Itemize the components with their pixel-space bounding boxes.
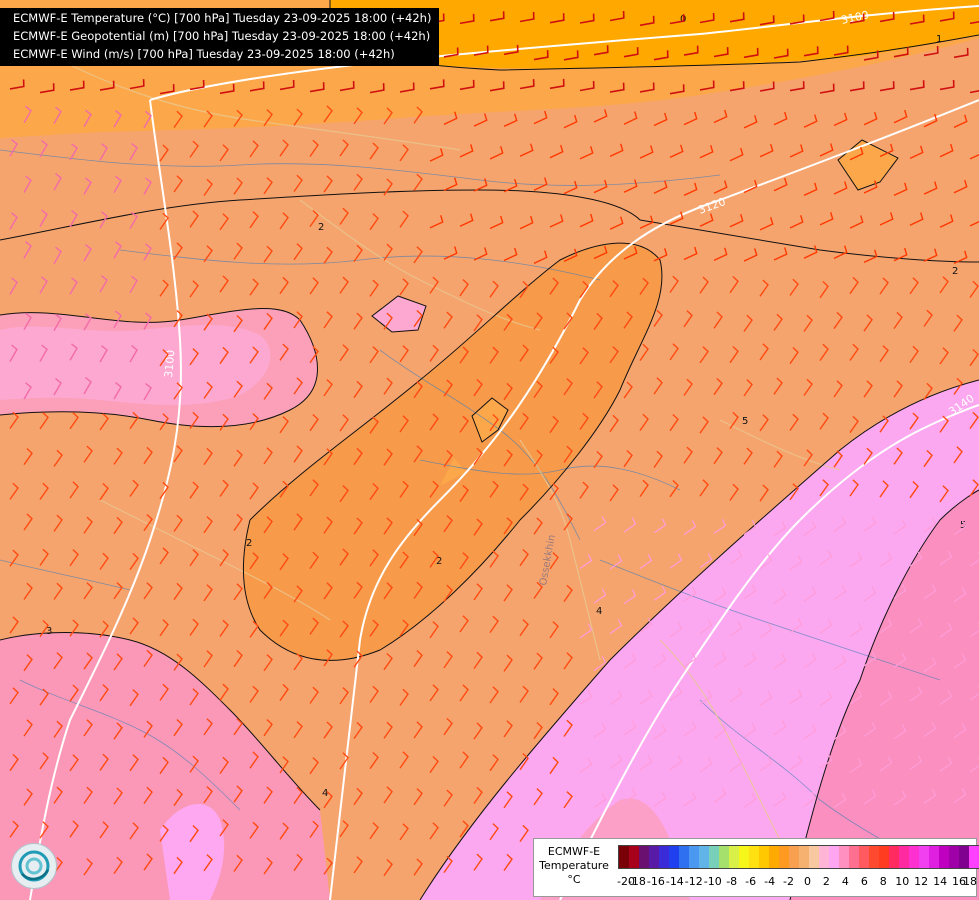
- legend-swatch: [929, 846, 939, 868]
- legend-tick-label: 12: [914, 875, 929, 888]
- legend-swatch: [649, 846, 659, 868]
- legend-swatch: [749, 846, 759, 868]
- legend-swatch: [729, 846, 739, 868]
- legend-swatch: [809, 846, 819, 868]
- legend-label: ECMWF-E Temperature °C: [536, 845, 612, 887]
- legend-tick-label: 14: [933, 875, 948, 888]
- legend-swatch: [659, 846, 669, 868]
- legend-swatch: [959, 846, 969, 868]
- contour-label: 1: [936, 34, 942, 45]
- legend-tick-label: 6: [860, 875, 868, 888]
- legend-swatch: [699, 846, 709, 868]
- ecmwf-logo: [11, 843, 57, 889]
- legend-swatch: [849, 846, 859, 868]
- contour-label: 3100: [162, 349, 177, 378]
- contour-label: 5: [742, 416, 748, 427]
- legend-swatch: [899, 846, 909, 868]
- legend-swatch: [889, 846, 899, 868]
- temperature-field: 0 1 2 2 2 2 3 4 4 5 5 3100 3120 3100 314…: [0, 0, 979, 900]
- temperature-band-lower-left-core: [160, 803, 225, 900]
- legend-swatch: [909, 846, 919, 868]
- geopotential-title: ECMWF-E Geopotential (m) [700 hPa] Tuesd…: [13, 29, 431, 43]
- legend-swatch: [919, 846, 929, 868]
- legend-tick-label: -4: [764, 875, 776, 888]
- legend-swatch: [829, 846, 839, 868]
- legend-swatch: [669, 846, 679, 868]
- legend-swatch: [859, 846, 869, 868]
- legend-tick-label: -16: [646, 875, 665, 888]
- legend-tick-label: 4: [841, 875, 849, 888]
- legend-swatch: [779, 846, 789, 868]
- legend-swatch: [839, 846, 849, 868]
- legend-swatch: [619, 846, 629, 868]
- legend-swatch: [639, 846, 649, 868]
- legend-label-line: °C: [567, 873, 581, 886]
- legend-swatch: [769, 846, 779, 868]
- legend-label-line: ECMWF-E: [547, 845, 601, 858]
- legend-swatch: [879, 846, 889, 868]
- legend-swatch: [969, 846, 979, 868]
- legend-swatch: [679, 846, 689, 868]
- temperature-band-4-6-core: [0, 325, 271, 405]
- legend-tick-label: -18: [627, 875, 646, 888]
- legend-label-line: Temperature: [539, 859, 609, 872]
- legend-tick-label: 10: [895, 875, 910, 888]
- legend-tick-label: -6: [745, 875, 757, 888]
- legend-color-bar: [618, 845, 979, 869]
- legend-swatch: [799, 846, 809, 868]
- legend-tick-label: 2: [822, 875, 830, 888]
- legend-tick-label: 0: [803, 875, 811, 888]
- legend-tick-label: -2: [783, 875, 794, 888]
- contour-label: 2: [952, 266, 958, 277]
- legend-swatch: [709, 846, 719, 868]
- temperature-title: ECMWF-E Temperature (°C) [700 hPa] Tuesd…: [13, 11, 432, 25]
- contour-label: 2: [318, 222, 324, 233]
- contour-label: 4: [596, 606, 602, 617]
- legend-tick-label: -12: [684, 875, 703, 888]
- legend-swatch: [949, 846, 959, 868]
- legend-swatch: [719, 846, 729, 868]
- legend-swatch: [869, 846, 879, 868]
- legend-tick-label: -8: [726, 875, 738, 888]
- temperature-legend: ECMWF-E Temperature °C -2 0 -18 -16 -14 -12 -1…: [533, 838, 979, 897]
- legend-swatch: [939, 846, 949, 868]
- contour-label: 2: [246, 538, 252, 549]
- wind-title: ECMWF-E Wind (m/s) [700 hPa] Tuesday 23-…: [13, 47, 395, 61]
- legend-swatch: [689, 846, 699, 868]
- legend-tick-label: -10: [703, 875, 722, 888]
- legend-tick-label: 18: [963, 875, 977, 888]
- legend-tick-label: 8: [879, 875, 887, 888]
- map-title-box: ECMWF-E Temperature (°C) [700 hPa] Tuesd…: [0, 8, 440, 66]
- contour-label: 4: [322, 788, 328, 799]
- weather-map: 0 1 2 2 2 2 3 4 4 5 5 3100 3120 3100 314…: [0, 0, 979, 900]
- legend-swatch: [789, 846, 799, 868]
- legend-swatch: [759, 846, 769, 868]
- legend-swatch: [819, 846, 829, 868]
- legend-tick-label: -14: [665, 875, 684, 888]
- legend-swatch: [629, 846, 639, 868]
- legend-swatch: [739, 846, 749, 868]
